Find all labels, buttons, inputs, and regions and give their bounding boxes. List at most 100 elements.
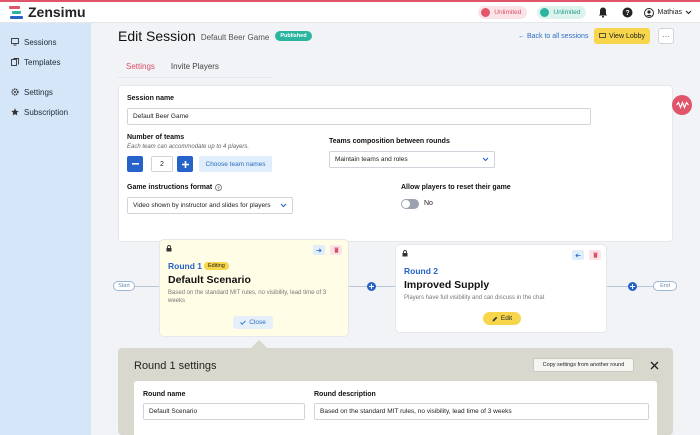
trash-icon: [592, 252, 598, 258]
check-icon: [240, 320, 247, 325]
session-name-label: Session name: [127, 95, 175, 102]
tab-bar: Settings Invite Players: [118, 59, 227, 78]
tab-settings[interactable]: Settings: [118, 59, 163, 78]
add-round-button[interactable]: [367, 282, 376, 291]
trash-icon: [333, 247, 339, 253]
minus-icon: [131, 163, 139, 165]
main-content: Edit Session Default Beer Game Published…: [91, 23, 700, 435]
gear-icon: [11, 88, 19, 96]
lock-icon: [166, 245, 172, 252]
sidebar-item-templates[interactable]: Templates: [0, 55, 60, 69]
plus-icon: [369, 284, 374, 289]
arrow-right-icon: [316, 248, 322, 252]
teams-hint: Each team can accommodate up to 4 player…: [127, 144, 250, 150]
close-icon: [650, 361, 658, 369]
top-bar: Zensimu Unlimited Unlimited ? Mathias: [0, 0, 700, 23]
round-description-label: Round description: [314, 391, 376, 398]
close-round-button[interactable]: Close: [233, 316, 273, 329]
increment-teams-button[interactable]: [177, 156, 193, 172]
edit-round-button[interactable]: Edit: [483, 312, 521, 325]
choose-team-names-button[interactable]: Choose team names: [199, 156, 272, 172]
round-description: Based on the standard MIT rules, no visi…: [168, 290, 327, 304]
reset-game-toggle[interactable]: [401, 199, 419, 209]
user-name: Mathias: [657, 9, 682, 16]
session-subtitle: Default Beer Game: [200, 32, 270, 42]
sidebar-item-settings[interactable]: Settings: [0, 85, 53, 99]
move-left-button[interactable]: [572, 250, 584, 260]
decrement-teams-button[interactable]: [127, 156, 143, 172]
view-lobby-button[interactable]: View Lobby: [594, 28, 650, 44]
copy-settings-button[interactable]: Copy settings from another round: [533, 358, 634, 372]
brand-logo[interactable]: Zensimu: [9, 4, 86, 20]
sidebar: Sessions Templates Settings Subscription: [0, 23, 91, 435]
tab-divider: [118, 77, 273, 78]
round-name-input[interactable]: Default Scenario: [143, 403, 305, 420]
round-title: Default Scenario: [168, 274, 251, 286]
close-panel-button[interactable]: [647, 358, 661, 372]
page-header: Edit Session Default Beer Game Published: [118, 28, 312, 44]
pencil-icon: [492, 316, 498, 321]
session-name-input[interactable]: Default Beer Game: [127, 108, 591, 125]
delete-round-button[interactable]: [330, 245, 342, 255]
panel-pointer: [251, 340, 267, 348]
sidebar-item-subscription[interactable]: Subscription: [0, 105, 68, 119]
arrow-left-icon: [575, 253, 581, 257]
session-settings-card: Session name Default Beer Game Number of…: [118, 85, 692, 242]
unlimited-pill-2[interactable]: Unlimited: [537, 6, 587, 19]
round-settings-title: Round 1 settings: [134, 360, 217, 372]
round-card-1[interactable]: Round 1 Editing Default Scenario Based o…: [159, 239, 349, 337]
plus-icon: [630, 284, 635, 289]
round-name-label: Round name: [143, 391, 186, 398]
round-title: Improved Supply: [404, 279, 490, 291]
round-name: Round 1: [168, 261, 202, 271]
reset-game-value: No: [424, 200, 433, 207]
copy-icon: [11, 58, 19, 66]
avatar-icon: [644, 7, 655, 18]
more-options-button[interactable]: ···: [658, 28, 674, 44]
delete-round-button[interactable]: [589, 250, 601, 260]
add-round-button[interactable]: [628, 282, 637, 291]
round-description-input[interactable]: Based on the standard MIT rules, no visi…: [314, 403, 649, 420]
wave-icon: [481, 8, 491, 17]
star-icon: [11, 108, 19, 116]
page-title: Edit Session: [118, 28, 196, 44]
teams-count-input[interactable]: 2: [151, 156, 173, 172]
bell-icon[interactable]: [596, 6, 610, 20]
flow-start-node: Start: [113, 281, 135, 291]
wave-icon: [672, 95, 692, 115]
composition-select[interactable]: Maintain teams and roles: [329, 151, 495, 168]
teams-label: Number of teams: [127, 134, 185, 141]
composition-label: Teams composition between rounds: [329, 138, 450, 145]
instructions-label: Game instructions format ?: [127, 184, 223, 191]
round-card-2[interactable]: Round 2 Improved Supply Players have ful…: [395, 244, 607, 333]
sidebar-item-sessions[interactable]: Sessions: [0, 35, 56, 49]
chevron-down-icon: [280, 203, 287, 208]
svg-text:?: ?: [625, 10, 629, 17]
plus-icon: [181, 160, 189, 168]
brand-name: Zensimu: [28, 4, 86, 20]
round-settings-form: Round name Default Scenario Round descri…: [134, 381, 657, 435]
monitor-icon: [599, 33, 606, 38]
tab-invite-players[interactable]: Invite Players: [163, 59, 227, 78]
help-icon[interactable]: ?: [620, 6, 634, 20]
monitor-icon: [11, 38, 19, 46]
logo-icon: [9, 5, 24, 19]
chevron-down-icon: [482, 157, 489, 162]
globe-icon: [540, 8, 550, 17]
move-right-button[interactable]: [313, 245, 325, 255]
status-badge: Published: [275, 31, 312, 41]
unlimited-pill-1[interactable]: Unlimited: [478, 6, 528, 19]
round-description: Players have full visibility and can dis…: [404, 295, 545, 301]
reset-game-label: Allow players to reset their game: [401, 184, 511, 191]
instructions-format-select[interactable]: Video shown by instructor and slides for…: [127, 197, 293, 214]
editing-badge: Editing: [204, 262, 229, 270]
round-settings-panel: Round 1 settings Copy settings from anot…: [118, 348, 673, 435]
back-to-sessions-link[interactable]: ← Back to all sessions: [518, 33, 588, 40]
info-icon[interactable]: ?: [215, 184, 223, 191]
user-menu[interactable]: Mathias: [644, 7, 692, 18]
flow-connector: [135, 286, 159, 287]
round-name: Round 2: [404, 266, 438, 276]
svg-text:?: ?: [217, 185, 220, 190]
flow-end-node: End: [653, 281, 677, 291]
chevron-down-icon: [685, 10, 692, 15]
